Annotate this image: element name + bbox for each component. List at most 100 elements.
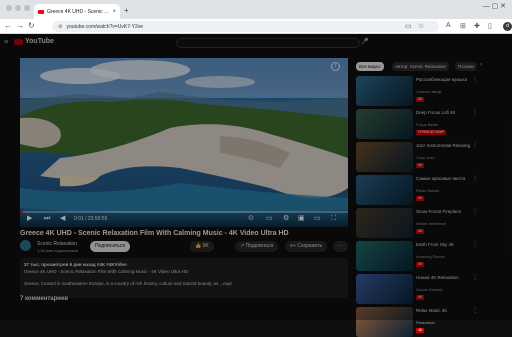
volume-icon[interactable]: ◀ (60, 215, 65, 223)
like-button[interactable]: 👍 5K (190, 241, 214, 252)
url-text: youtube.com/watch?v=UvK7-Y2ve (66, 23, 144, 30)
translate-icon[interactable]: A (446, 22, 451, 29)
site-info-icon[interactable]: ⚙ (58, 24, 62, 30)
recommendation-title[interactable]: Relax Music 4K (416, 308, 447, 313)
recommendation-channel: Winter Ambience (416, 221, 447, 226)
youtube-logo[interactable]: YouTube (14, 38, 54, 45)
recommendation-badge: 4K (416, 196, 425, 201)
description-title-line: Greece 4K UHD - Scenic Relaxation Film W… (24, 269, 188, 274)
recommendation-channel: Amazing Places (416, 254, 445, 259)
more-options-icon[interactable]: ⋮ (472, 241, 478, 248)
recommendation-thumbnail[interactable] (356, 76, 413, 106)
forward-icon[interactable]: → (16, 21, 24, 30)
chip-author[interactable]: Автор: Scenic Relaxation (392, 62, 449, 71)
reload-icon[interactable]: ↻ (28, 21, 35, 30)
recommendation-channel: Ocean Sounds (416, 287, 443, 292)
recommendation-badge: 4K (416, 262, 425, 267)
more-options-icon[interactable]: ⋮ (472, 76, 478, 83)
save-label: Сохранить (297, 243, 323, 249)
info-icon[interactable]: i (331, 62, 340, 71)
recommendation-thumbnail[interactable] (356, 109, 413, 139)
time-display: 0:01 / 23:50:55 (74, 216, 108, 222)
more-options-icon[interactable]: ⋮ (472, 208, 478, 215)
microphone-icon[interactable]: 🎤 (361, 38, 368, 45)
recommendation-badge: 4K (416, 295, 425, 300)
recommendation-title[interactable]: Earth From Sky 4K (416, 242, 454, 247)
address-bar[interactable]: ⚙ youtube.com/watch?v=UvK7-Y2ve (52, 21, 439, 32)
bookmark-star-icon[interactable]: ☆ (418, 22, 424, 30)
video-title: Greece 4K UHD - Scenic Relaxation Film W… (20, 230, 289, 237)
video-player[interactable] (20, 58, 348, 227)
recommendation-thumbnail[interactable] (356, 175, 413, 205)
recommendation-channel: Relax Nature (416, 188, 440, 193)
recommendation-title[interactable]: Hawaii 4K Relaxation (416, 275, 459, 280)
settings-icon[interactable]: ⚙ (283, 215, 289, 223)
youtube-play-logo-icon (14, 38, 23, 45)
chevron-right-icon[interactable]: › (480, 62, 482, 68)
description-text: Greece, located in southeastern Europe, … (24, 281, 232, 286)
like-count: 5K (202, 243, 209, 249)
recommendation-thumbnail[interactable] (356, 208, 413, 238)
share-label: Поделиться (245, 243, 274, 249)
description-stats: 37 тыс. просмотров 6 дня назад #4K #4KVi… (24, 262, 127, 267)
subscribe-button[interactable]: Подписаться (90, 241, 130, 252)
new-tab-button[interactable]: + (124, 6, 129, 15)
progress-bar[interactable] (20, 211, 348, 213)
recommendation-title[interactable]: Jazz Instrumental Relaxing (416, 143, 470, 148)
recommendation-channel: Cozy Jazz (416, 155, 435, 160)
recommendation-thumbnail[interactable] (356, 274, 413, 304)
browser-tab[interactable]: Greece 4K UHD - Scenic Rel × (34, 4, 120, 19)
back-icon[interactable]: ← (4, 21, 12, 30)
recommendation-badge: 4K (416, 97, 425, 102)
search-input[interactable] (176, 38, 360, 48)
recommendation-badge: 4K (416, 328, 425, 333)
window-controls[interactable]: — ▢ ✕ (483, 2, 506, 10)
recommendation-channel: Focus Beats (416, 122, 439, 127)
save-button[interactable]: ≡+ Сохранить (285, 241, 328, 252)
recommendation-title[interactable]: Самые красивые места (416, 176, 465, 181)
autoplay-toggle-icon[interactable]: ⊙ (248, 215, 254, 223)
browser-toolbar: ← → ↻ ⚙ youtube.com/watch?v=UvK7-Y2ve ▭ … (0, 19, 512, 34)
profile-avatar[interactable]: d (503, 22, 512, 31)
install-icon[interactable]: ▭ (405, 22, 412, 30)
recommendation-thumbnail[interactable] (356, 241, 413, 271)
more-options-icon[interactable]: ⋮ (472, 307, 478, 314)
more-options-icon[interactable]: ⋮ (472, 142, 478, 149)
miniplayer-icon[interactable]: ▣ (298, 215, 305, 223)
recommendation-badge: ПРЯМОЙ ЭФИР (416, 130, 447, 135)
more-options-icon[interactable]: ⋮ (472, 109, 478, 116)
tab-strip: Greece 4K UHD - Scenic Rel × + — ▢ ✕ (0, 0, 512, 19)
channel-avatar[interactable] (20, 240, 31, 251)
recommendation-channel: Relaxation (416, 320, 435, 325)
play-icon[interactable]: ▶ (27, 215, 32, 223)
recommendation-title[interactable]: Расслабляющая музыка (416, 77, 467, 82)
chip-related[interactable]: Похожи (455, 62, 477, 71)
window-dot[interactable] (15, 5, 21, 11)
chip-all[interactable]: Все видео (356, 62, 384, 71)
recommendation-thumbnail[interactable] (356, 142, 413, 172)
fullscreen-icon[interactable]: ⛶ (331, 215, 336, 223)
recommendation-thumbnail[interactable] (356, 307, 413, 337)
tab-title: Greece 4K UHD - Scenic Rel (47, 8, 110, 15)
window-dot[interactable] (6, 5, 12, 11)
more-options-icon[interactable]: ⋮ (472, 274, 478, 281)
close-tab-icon[interactable]: × (112, 9, 116, 15)
subtitles-icon[interactable]: ▭ (266, 215, 273, 223)
recommendation-title[interactable]: Deep Focus Lofi 4K (416, 110, 456, 115)
extensions-puzzle-icon[interactable]: ✚ (474, 22, 480, 30)
recommendation-channel: Сияние звезд (416, 89, 442, 94)
window-dot[interactable] (24, 5, 30, 11)
video-frame (20, 58, 348, 227)
more-actions-button[interactable]: ··· (333, 241, 348, 252)
menu-icon[interactable]: ≡ (4, 39, 8, 46)
theater-mode-icon[interactable]: ▭ (314, 215, 321, 223)
channel-name[interactable]: Scenic Relaxation (37, 241, 77, 247)
next-icon[interactable]: ⏭ (44, 215, 50, 223)
share-button[interactable]: ↗ Поделиться (235, 241, 279, 252)
side-panel-icon[interactable]: ▯ (488, 22, 492, 30)
recommendation-badge: 4K (416, 163, 425, 168)
extension-icon[interactable]: ⊞ (460, 22, 466, 30)
comments-header: 7 комментариев (20, 296, 69, 302)
recommendation-title[interactable]: Snow Forest Fireplace (416, 209, 461, 214)
more-options-icon[interactable]: ⋮ (472, 175, 478, 182)
